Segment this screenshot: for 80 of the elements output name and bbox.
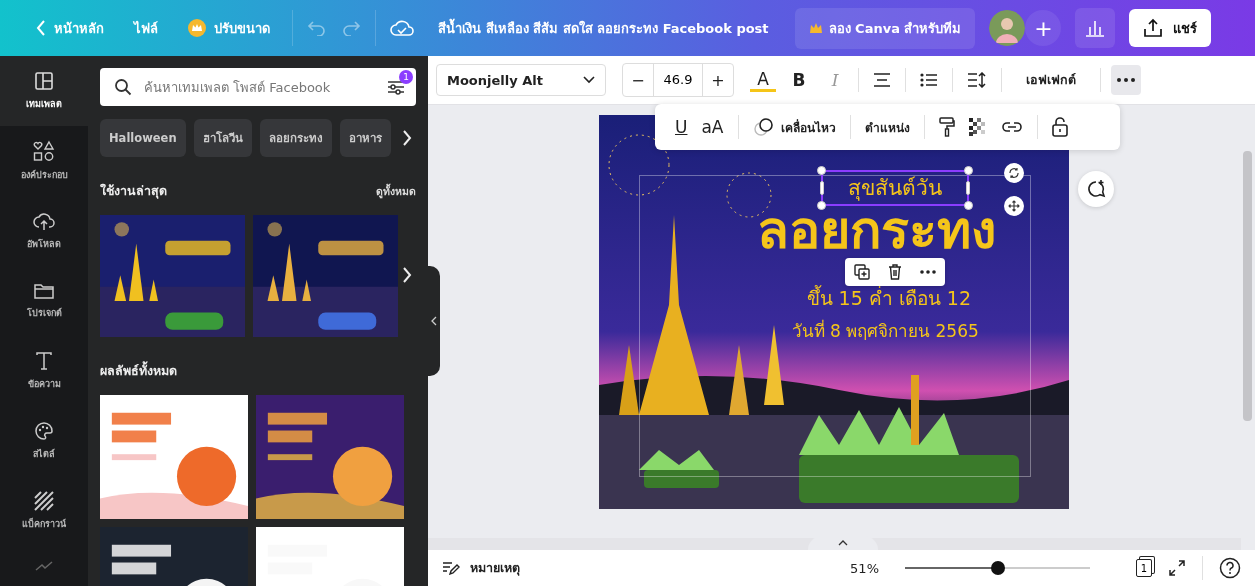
section-heading: ผลลัพธ์ทั้งหมด <box>100 361 177 380</box>
sidebar-item[interactable]: ข้อความ <box>0 336 88 406</box>
chevron-up-icon <box>838 540 848 546</box>
more-icon <box>1117 78 1135 82</box>
more-options-button[interactable] <box>1111 65 1141 95</box>
effects-button[interactable]: เอฟเฟกต์ <box>1012 70 1090 90</box>
sidebar-item[interactable]: เทมเพลต <box>0 56 88 126</box>
user-avatar[interactable] <box>989 10 1026 46</box>
notes-pencil-icon <box>442 561 460 575</box>
design-title[interactable]: ลอยกระทง <box>756 207 996 254</box>
add-member-button[interactable]: + <box>1025 10 1062 46</box>
chevron-down-icon <box>583 76 595 84</box>
position-button[interactable]: ตำแหน่ง <box>864 117 910 137</box>
slider-thumb[interactable] <box>990 561 1005 575</box>
comment-plus-icon <box>1086 179 1106 199</box>
horizontal-scrollbar[interactable] <box>428 538 1241 550</box>
palette-icon <box>34 421 54 441</box>
design-text[interactable]: สุขสันต์วัน <box>834 174 955 202</box>
bar-chart-icon <box>1085 19 1106 37</box>
upload-icon <box>1143 18 1164 38</box>
letter-case-button[interactable]: aA <box>701 117 724 137</box>
sidebar-item[interactable]: โปรเจกต์ <box>0 266 88 336</box>
add-comment-button[interactable] <box>1078 171 1114 207</box>
folder-icon <box>34 282 54 300</box>
help-icon[interactable] <box>1219 557 1241 579</box>
increase-size-button[interactable]: + <box>703 64 733 96</box>
keyword-chip[interactable]: ฮาโลวีน <box>193 119 252 157</box>
layout-icon <box>34 71 54 91</box>
chart-line-icon <box>35 561 53 571</box>
search-field[interactable]: ค้นหาเทมเพลต โพสต์ Facebook 1 <box>100 68 416 106</box>
document-title[interactable]: สีน้ำเงิน สีเหลือง สีส้ม สดใส ลอยกระทง Facebook post <box>438 17 769 39</box>
keyword-chip[interactable]: ลอยกระทง <box>259 119 332 157</box>
keyword-chip[interactable]: อาหาร <box>339 119 391 157</box>
fullscreen-icon[interactable] <box>1168 559 1186 577</box>
underline-button[interactable]: U <box>675 117 688 137</box>
chevron-right-icon[interactable] <box>402 130 412 146</box>
filter-button[interactable]: 1 <box>386 70 413 97</box>
cloud-upload-icon <box>33 211 55 231</box>
section-heading: ใช้งานล่าสุด <box>100 182 167 201</box>
notes-button[interactable]: หมายเหตุ <box>442 558 520 578</box>
share-button[interactable]: แชร์ <box>1129 9 1212 47</box>
sidebar-item[interactable]: สไตล์ <box>0 406 88 476</box>
more-icon[interactable] <box>919 270 936 274</box>
font-dropdown[interactable]: Moonjelly Alt <box>436 64 606 96</box>
text-icon <box>35 351 53 371</box>
crown-icon <box>188 19 206 37</box>
line-spacing-icon[interactable] <box>967 72 987 88</box>
hatch-icon <box>34 491 54 511</box>
text-color-button[interactable]: A <box>750 68 776 92</box>
see-all-link[interactable]: ดูทั้งหมด <box>376 182 416 200</box>
circles-icon <box>752 117 775 137</box>
animate-button[interactable]: เคลื่อนไหว <box>752 117 836 137</box>
bullet-list-icon[interactable] <box>920 73 938 87</box>
font-size-field[interactable]: 46.9 <box>653 64 703 96</box>
link-icon[interactable] <box>1000 120 1023 134</box>
keyword-chip[interactable]: Halloween <box>100 119 186 157</box>
bold-button[interactable]: B <box>786 65 812 95</box>
insights-button[interactable] <box>1075 8 1116 48</box>
zoom-percentage[interactable]: 51% <box>850 560 879 576</box>
chevron-left-icon <box>36 20 46 36</box>
crown-icon <box>808 22 823 34</box>
chevron-right-icon[interactable] <box>402 267 412 283</box>
shapes-icon <box>33 140 55 162</box>
collapse-panel-handle[interactable] <box>428 266 440 376</box>
align-center-icon[interactable] <box>873 73 891 87</box>
trash-icon[interactable] <box>887 264 902 280</box>
page-count-button[interactable]: 1 <box>1136 559 1152 577</box>
paint-roller-icon[interactable] <box>938 117 955 137</box>
decrease-size-button[interactable]: − <box>623 64 653 96</box>
duplicate-icon[interactable] <box>853 264 870 280</box>
search-icon <box>114 78 132 96</box>
team-trial-button[interactable]: ลอง Canva สำหรับทีม <box>794 7 976 49</box>
sidebar-item[interactable]: แบ็คกราวน์ <box>0 476 88 546</box>
zoom-slider[interactable] <box>905 561 1090 575</box>
filter-count-badge: 1 <box>399 70 413 84</box>
sidebar-item[interactable]: อัพโหลด <box>0 196 88 266</box>
transparency-icon[interactable] <box>968 118 987 136</box>
cloud-check-icon[interactable] <box>390 18 414 38</box>
sidebar-item[interactable]: องค์ประกอบ <box>0 126 88 196</box>
lock-icon[interactable] <box>1051 117 1068 137</box>
